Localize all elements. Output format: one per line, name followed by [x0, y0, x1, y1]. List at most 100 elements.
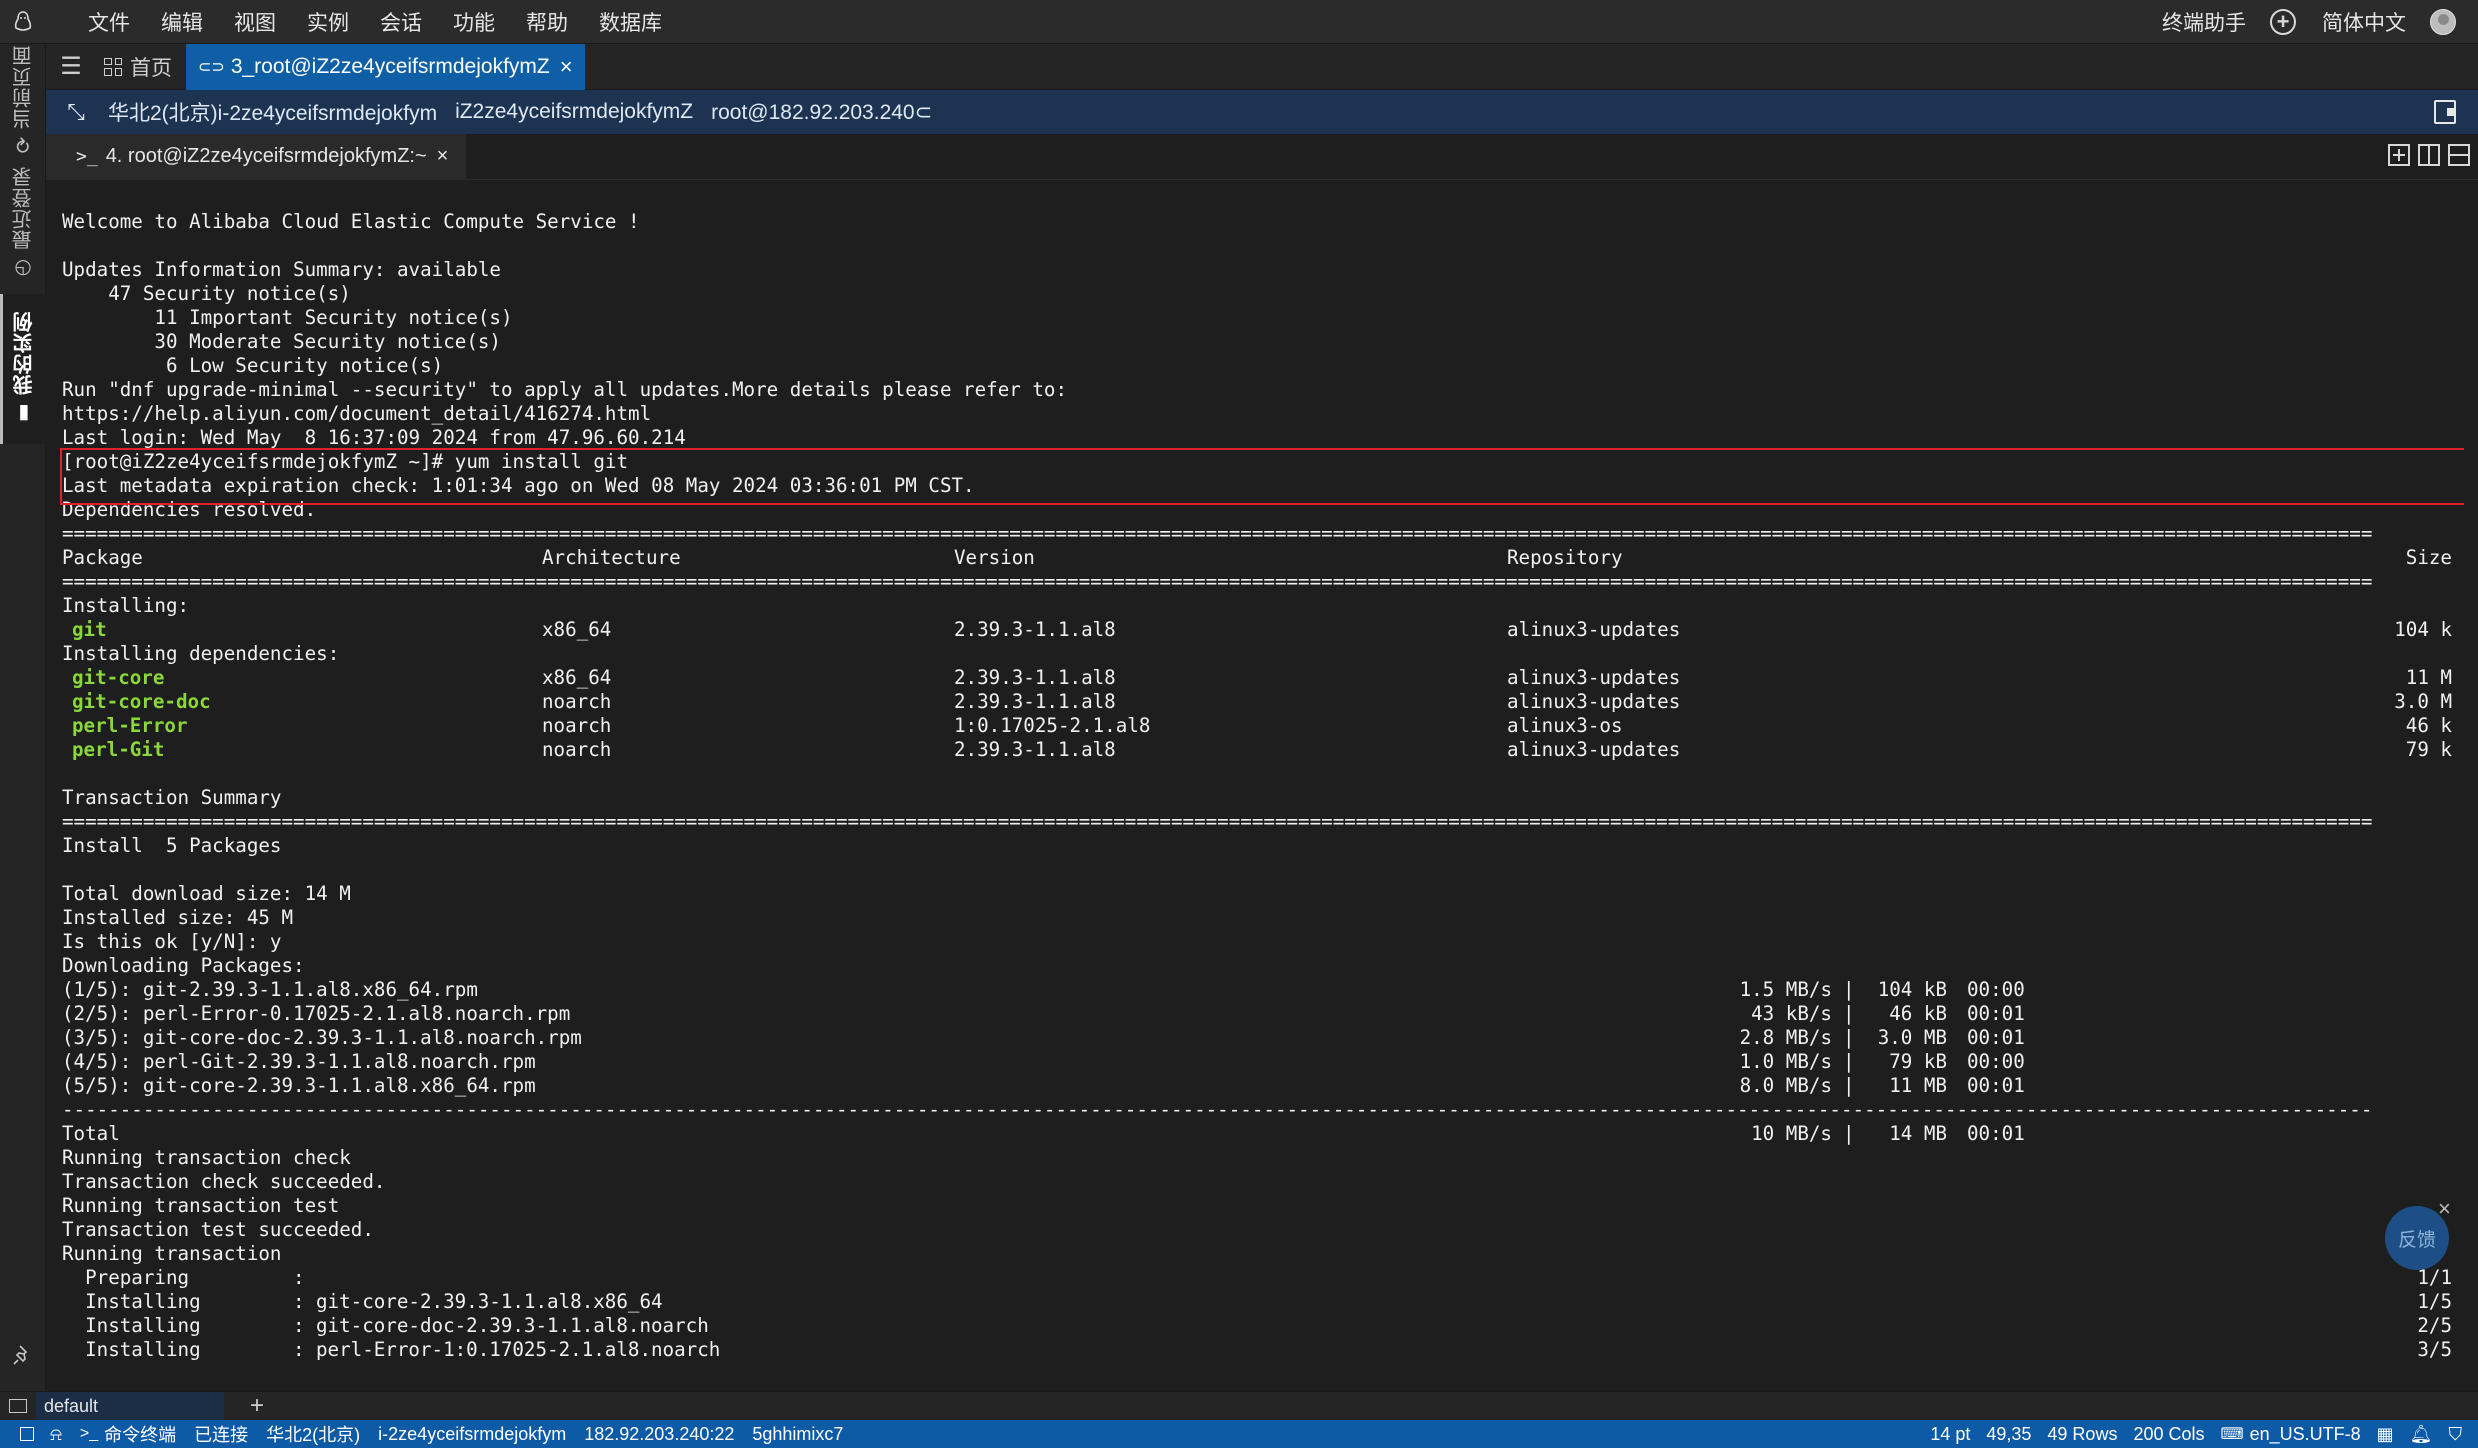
package-arch: x86_64	[542, 618, 612, 641]
shield-icon[interactable]: ⛉	[2449, 1424, 2463, 1445]
download-size: 11 MB	[1889, 1074, 1947, 1097]
step-colon: :	[293, 1290, 305, 1313]
download-time: 00:01	[1967, 1074, 2025, 1097]
split-vertical-icon[interactable]	[2418, 144, 2440, 166]
left-sidebar: ⟳ 当前页面 ◷ 最近登录 ▮ 我的实例	[0, 44, 46, 1391]
menu-item[interactable]: 会话	[380, 7, 422, 37]
package-repo: alinux3-updates	[1507, 666, 1681, 689]
encoding-status[interactable]: ⌨ en_US.UTF-8	[2220, 1424, 2360, 1445]
close-icon[interactable]: ×	[437, 145, 449, 168]
status-bar: ⍾ >_ 命令终端 已连接 华北2(北京) i-2ze4yceifsrmdejok…	[0, 1420, 2478, 1448]
menu-item[interactable]: 实例	[307, 7, 349, 37]
terminal-scrollbar[interactable]	[2464, 180, 2478, 1390]
sidebar-tab-my-instances[interactable]: ▮ 我的实例	[0, 294, 46, 444]
session-tab-default[interactable]: default	[36, 1391, 224, 1421]
file-transfer-icon[interactable]	[2434, 100, 2456, 124]
terminal-prompt-icon: >_	[79, 1425, 99, 1442]
tab-session[interactable]: ⊂⊃ 3_root@iZ2ze4yceifsrmdejokfymZ ×	[186, 43, 585, 90]
package-version: 2.39.3-1.1.al8	[954, 690, 1116, 713]
font-size-status[interactable]: 14 pt	[1930, 1424, 1970, 1445]
address-status: 182.92.203.240:22	[584, 1423, 735, 1444]
avatar[interactable]	[2430, 9, 2456, 35]
download-speed: 1.0 MB/s	[1739, 1050, 1832, 1073]
split-horizontal-icon[interactable]	[2448, 144, 2470, 166]
sidebar-tab-label: 当前页面	[12, 44, 35, 129]
link-icon: ⊂	[914, 100, 933, 124]
header-size: Size	[2405, 546, 2452, 569]
app-logo-icon	[0, 0, 46, 44]
terminal-line: 6 Low Security notice(s)	[62, 354, 444, 377]
step-target: git-core-2.39.3-1.1.al8.x86_64	[316, 1290, 663, 1313]
pin-icon[interactable]	[12, 1344, 34, 1366]
layout-grid-icon[interactable]: ▦	[2377, 1424, 2394, 1445]
terminal-line: Install 5 Packages	[62, 834, 282, 857]
menu-list-icon[interactable]: ☰	[46, 52, 96, 81]
separator-line: ========================================…	[62, 810, 2373, 833]
header-version: Version	[954, 546, 1035, 569]
menu-item[interactable]: 数据库	[599, 7, 662, 37]
menu-item[interactable]: 编辑	[161, 7, 203, 37]
terminal-tab-label: 4. root@iZ2ze4yceifsrmdejokfymZ:~	[105, 145, 427, 167]
download-name: Total	[62, 1122, 120, 1145]
column-divider: |	[1843, 1122, 1855, 1145]
download-row: (1/5): git-2.39.3-1.1.al8.x86_64.rpm 1.5 …	[62, 978, 2462, 1002]
table-row: git x86_64 2.39.3-1.1.al8 alinux3-updates 10…	[62, 618, 2462, 642]
download-speed: 10 MB/s	[1751, 1122, 1832, 1145]
cursor-position-status: 49,35	[1986, 1423, 2032, 1444]
step-progress: 3/5	[2417, 1338, 2452, 1360]
terminal-line: Dependencies resolved.	[62, 498, 317, 521]
close-icon[interactable]: ×	[2438, 1196, 2451, 1222]
download-size: 104 kB	[1877, 978, 1947, 1001]
download-name: (3/5): git-core-doc-2.39.3-1.1.al8.noarc…	[62, 1026, 582, 1049]
window-icon[interactable]	[20, 1427, 34, 1441]
new-pane-icon[interactable]	[2388, 144, 2410, 166]
menu-item[interactable]: 视图	[234, 7, 276, 37]
terminal-tab[interactable]: >_ 4. root@iZ2ze4yceifsrmdejokfymZ:~ ×	[46, 133, 467, 180]
package-size: 104 k	[2394, 618, 2452, 641]
menu-item[interactable]: 文件	[88, 7, 130, 37]
table-header: Package Architecture Version Repository Size	[62, 546, 2462, 570]
close-icon[interactable]: ×	[560, 54, 573, 80]
column-divider: |	[1843, 1002, 1855, 1025]
step-action: Installing	[62, 1290, 201, 1313]
tab-home[interactable]: 首页	[104, 52, 172, 82]
menu-item[interactable]: 功能	[453, 7, 495, 37]
sidebar-tab-label: 我的实例	[14, 311, 36, 396]
sidebar-tab-recent-login[interactable]: ◷ 最近登录	[0, 164, 46, 284]
terminal-output[interactable]: Welcome to Alibaba Cloud Elastic Compute…	[62, 210, 2462, 1360]
terminal-line: 47 Security notice(s)	[62, 282, 351, 305]
package-name: git	[72, 618, 107, 641]
region-status: 华北2(北京)	[266, 1425, 361, 1445]
sidebar-tab-label: 最近登录	[12, 166, 35, 251]
terminal-icon[interactable]	[0, 1399, 36, 1413]
terminal-line: Last metadata expiration check: 1:01:34 …	[62, 474, 975, 497]
menu-bar: 文件 编辑 视图 实例 会话 功能 帮助 数据库 终端助手 + 简体中文	[0, 0, 2478, 44]
download-row: (5/5): git-core-2.39.3-1.1.al8.x86_64.rp…	[62, 1074, 2462, 1098]
terminal-line: [root@iZ2ze4yceifsrmdejokfymZ ~]# yum in…	[62, 450, 629, 473]
terminal-tab-bar: >_ 4. root@iZ2ze4yceifsrmdejokfymZ:~ ×	[46, 133, 2478, 180]
clock-icon: ◷	[12, 256, 35, 282]
separator-line: ========================================…	[62, 570, 2373, 593]
fullscreen-icon[interactable]: ⤡	[54, 99, 98, 125]
cmd-terminal-item[interactable]: >_ 命令终端	[80, 1421, 176, 1447]
step-colon: :	[293, 1314, 305, 1337]
language-selector[interactable]: 简体中文	[2322, 7, 2406, 37]
package-repo: alinux3-updates	[1507, 618, 1681, 641]
download-time: 00:01	[1967, 1122, 2025, 1145]
download-time: 00:00	[1967, 978, 2025, 1001]
tab-home-label: 首页	[130, 56, 172, 80]
mouse-icon: ⍾	[50, 1423, 62, 1444]
hostname-label: iZ2ze4yceifsrmdejokfymZ	[455, 100, 694, 123]
terminal-assistant-button[interactable]: 终端助手	[2162, 7, 2246, 37]
menu-item[interactable]: 帮助	[526, 7, 568, 37]
add-session-icon[interactable]: +	[250, 1392, 264, 1420]
terminal-line: Installed size: 45 M	[62, 906, 294, 929]
step-progress: 1/1	[2417, 1266, 2452, 1289]
terminal-line: Downloading Packages:	[62, 954, 305, 977]
package-repo: alinux3-updates	[1507, 738, 1681, 761]
instance-id-status: i-2ze4yceifsrmdejokfym	[378, 1423, 567, 1444]
user-host-label: root@182.92.203.240⊂	[711, 100, 933, 124]
add-circle-icon[interactable]: +	[2270, 9, 2296, 35]
sidebar-tab-current-page[interactable]: ⟳ 当前页面	[0, 44, 46, 154]
bell-icon[interactable]: 🔔︎	[2410, 1424, 2433, 1445]
